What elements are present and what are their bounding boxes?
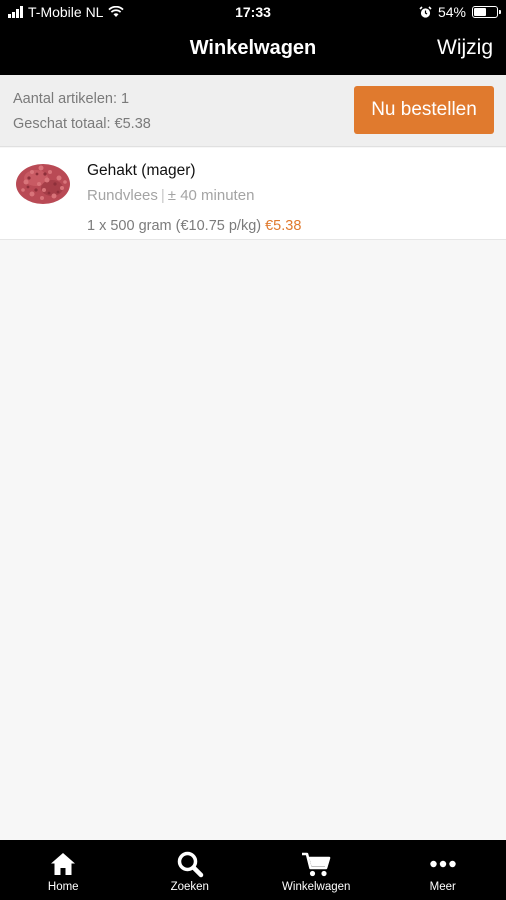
item-price: €5.38 bbox=[265, 218, 302, 234]
estimated-total: Geschat totaal: €5.38 bbox=[13, 116, 151, 132]
tab-cart[interactable]: Winkelwagen bbox=[253, 840, 380, 900]
status-bar: T-Mobile NL 17:33 54% bbox=[0, 0, 506, 24]
tab-bar: Home Zoeken Winkelwagen Meer bbox=[0, 840, 506, 900]
more-icon bbox=[430, 860, 456, 868]
tab-more[interactable]: Meer bbox=[380, 840, 506, 900]
cart-item[interactable]: Gehakt (mager) Rundvlees | ± 40 minuten 1 … bbox=[0, 148, 506, 240]
minced-meat-image bbox=[16, 164, 70, 204]
tab-home-label: Home bbox=[47, 881, 79, 893]
battery-level bbox=[474, 8, 486, 16]
edit-button[interactable]: Wijzig bbox=[437, 36, 493, 60]
item-count: Aantal artikelen: 1 bbox=[13, 91, 130, 107]
tab-search-label: Zoeken bbox=[170, 881, 209, 893]
status-right: 54% bbox=[419, 4, 501, 20]
item-prep-time: ± 40 minuten bbox=[167, 187, 255, 204]
item-quantity-line: 1 x 500 gram (€10.75 p/kg) €5.38 bbox=[87, 218, 301, 234]
search-icon bbox=[177, 851, 203, 878]
cart-summary: Aantal artikelen: 1 Geschat totaal: €5.3… bbox=[0, 75, 506, 147]
tab-home[interactable]: Home bbox=[0, 840, 127, 900]
page-title: Winkelwagen bbox=[189, 37, 317, 59]
cart-icon bbox=[302, 852, 331, 877]
battery-percent: 54% bbox=[437, 4, 466, 20]
tab-search[interactable]: Zoeken bbox=[127, 840, 254, 900]
item-quantity: 1 x 500 gram (€10.75 p/kg) bbox=[87, 218, 262, 234]
item-meta-separator: | bbox=[160, 187, 165, 204]
item-category: Rundvlees bbox=[87, 187, 158, 204]
item-name: Gehakt (mager) bbox=[87, 162, 196, 179]
home-icon bbox=[51, 853, 76, 875]
item-meta: Rundvlees | ± 40 minuten bbox=[87, 187, 254, 204]
order-now-button[interactable]: Nu bestellen bbox=[354, 86, 494, 134]
nav-bar: Winkelwagen Wijzig bbox=[0, 24, 506, 75]
alarm-icon bbox=[419, 5, 432, 18]
tab-cart-label: Winkelwagen bbox=[282, 881, 351, 893]
battery-icon bbox=[472, 6, 501, 18]
tab-more-label: Meer bbox=[429, 881, 456, 893]
